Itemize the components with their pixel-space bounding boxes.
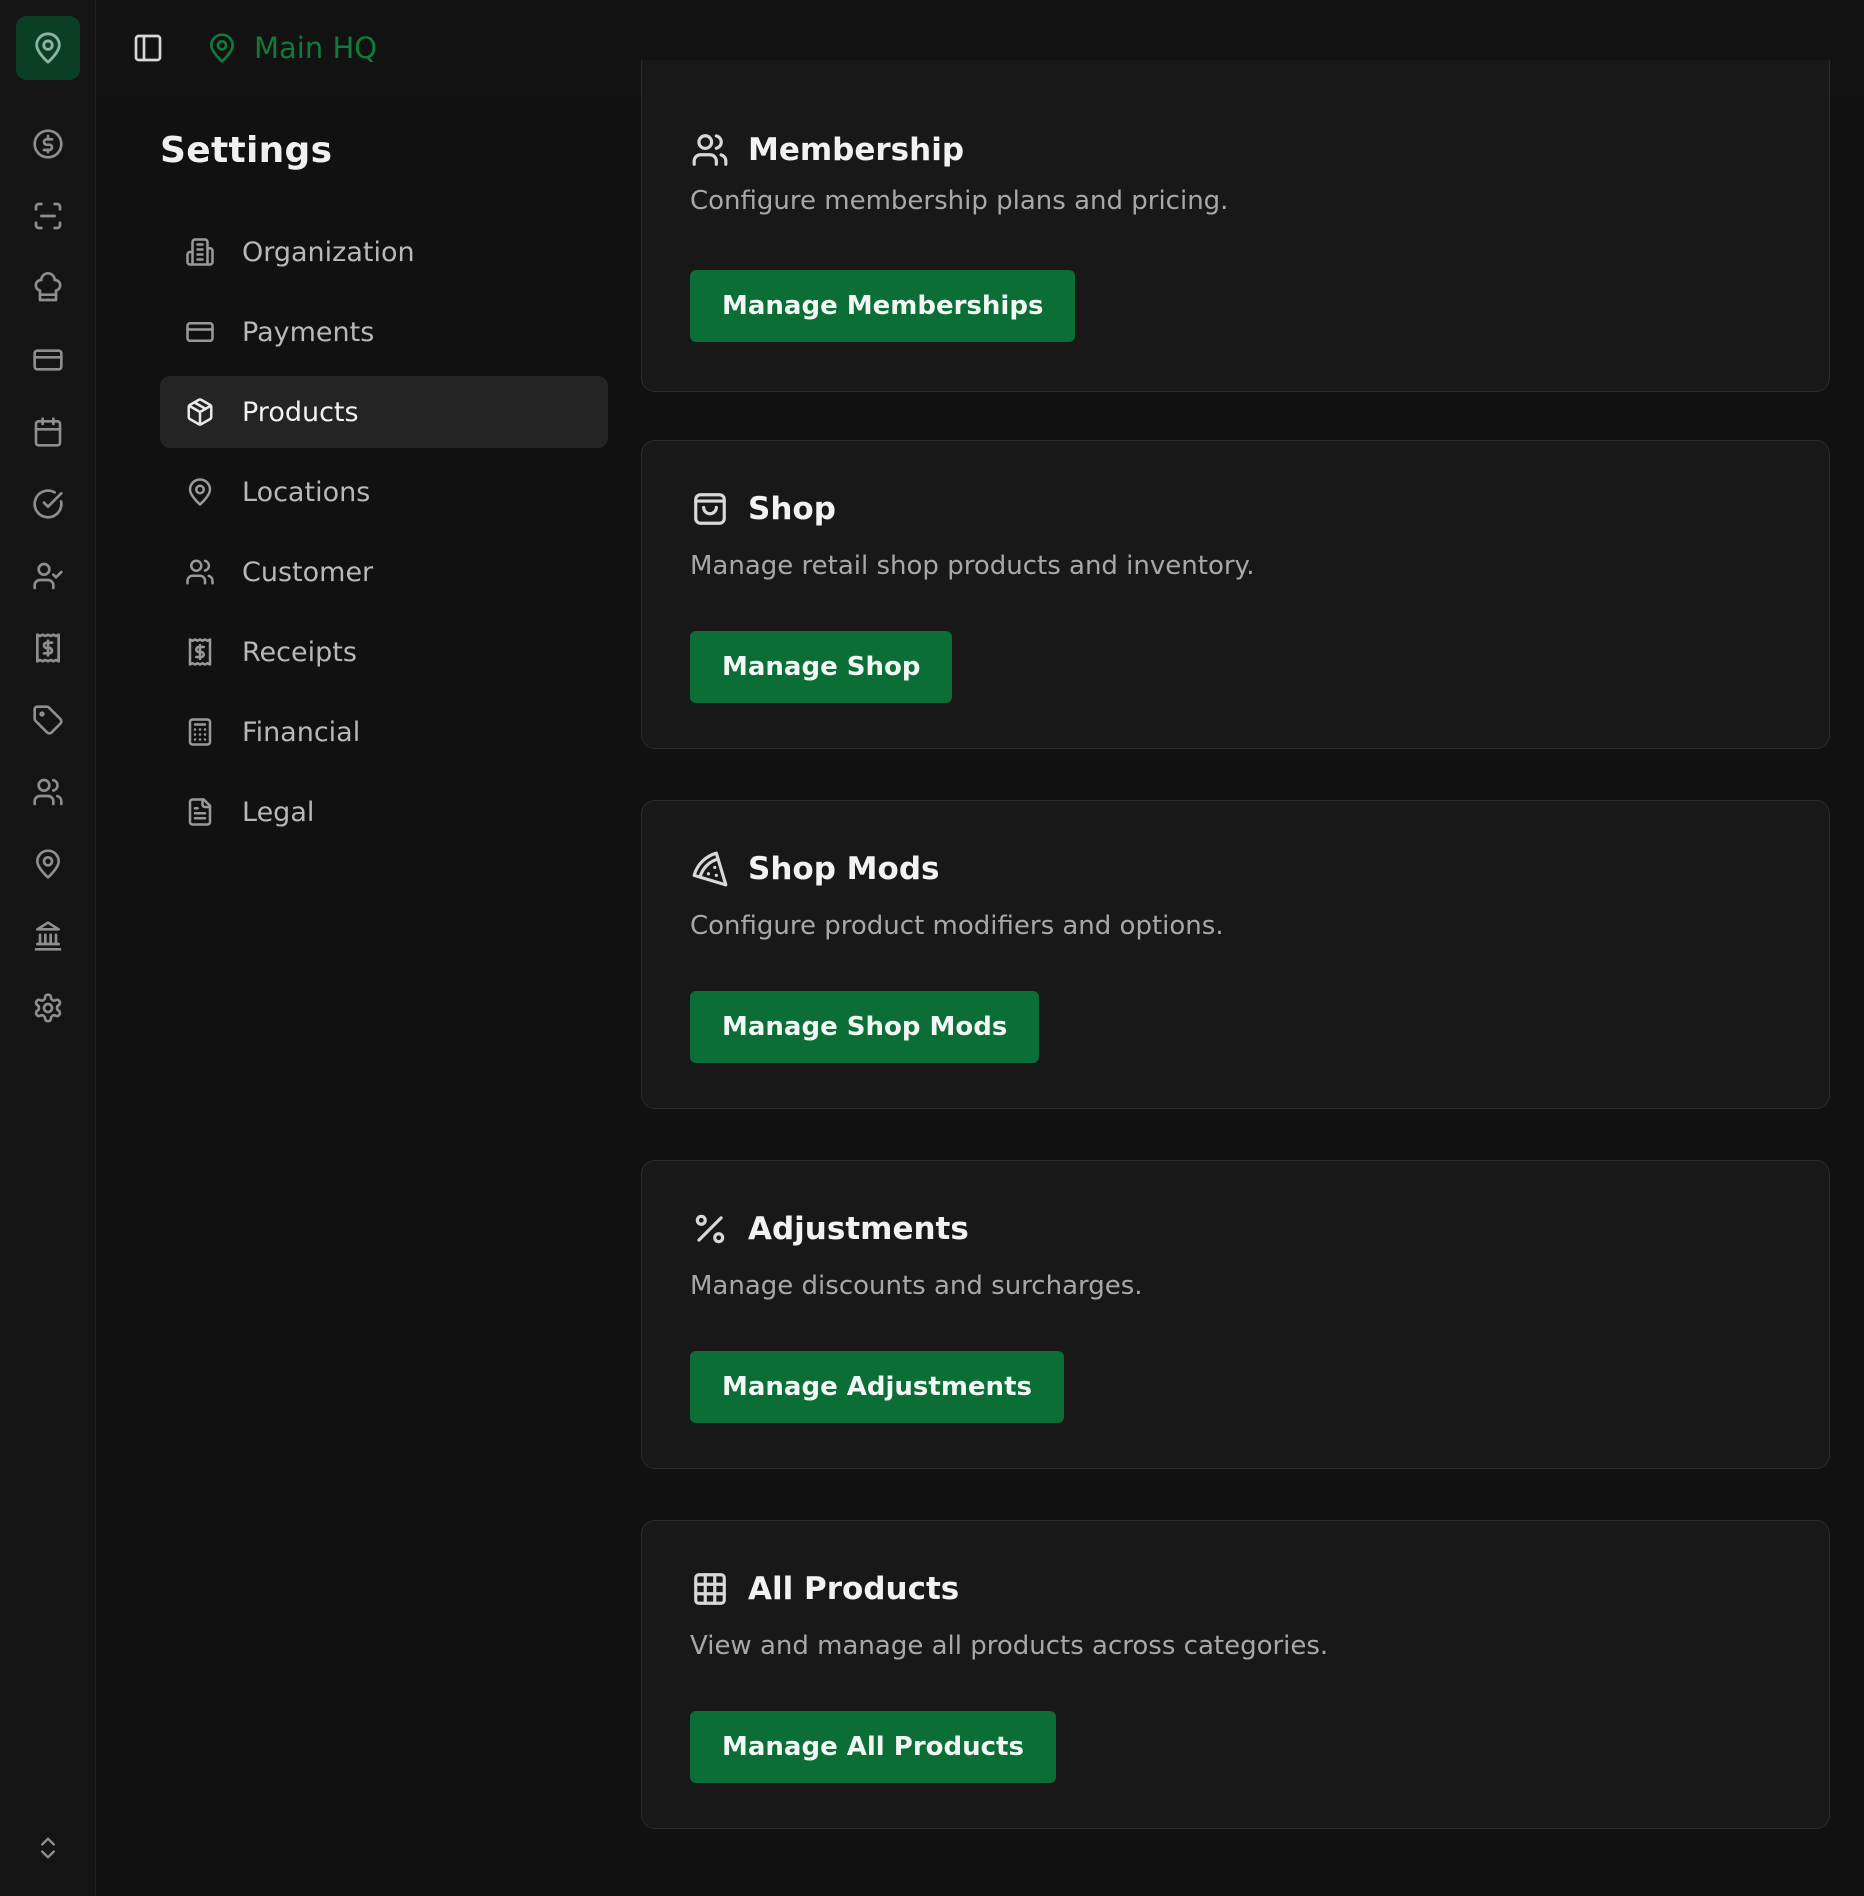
location-pin-icon	[206, 30, 238, 66]
location-logo-button[interactable]	[16, 16, 80, 80]
scan-icon	[34, 202, 62, 230]
card-title: Shop Mods	[748, 851, 940, 887]
rail-customers-button[interactable]	[26, 770, 70, 814]
card-title: All Products	[748, 1571, 960, 1607]
nav-label: Legal	[242, 796, 315, 828]
nav-label: Organization	[242, 236, 415, 268]
map-pin-icon	[182, 474, 218, 510]
check-circle-icon	[33, 489, 63, 519]
card-description: Manage retail shop products and inventor…	[690, 551, 1255, 581]
shopping-bag-icon	[690, 489, 730, 529]
chef-hat-icon	[34, 272, 62, 302]
manage-memberships-button[interactable]: Manage Memberships	[690, 270, 1076, 342]
rail-tags-button[interactable]	[26, 698, 70, 742]
percent-icon	[690, 1209, 730, 1249]
building-icon	[182, 234, 218, 270]
rail-receipts-button[interactable]	[26, 626, 70, 670]
rail-payments-button[interactable]	[26, 338, 70, 382]
manage-all-products-button[interactable]: Manage All Products	[690, 1711, 1056, 1783]
card-description: Configure product modifiers and options.	[690, 911, 1224, 941]
users-icon	[33, 778, 63, 806]
rail-locations-button[interactable]	[26, 842, 70, 886]
user-check-icon	[33, 562, 63, 590]
calculator-icon	[182, 714, 218, 750]
settings-nav-products[interactable]: Products	[160, 376, 608, 448]
rail-tasks-button[interactable]	[26, 482, 70, 526]
map-pin-icon	[35, 32, 61, 64]
rail-staff-button[interactable]	[26, 554, 70, 598]
app-rail	[0, 0, 96, 1896]
pizza-icon	[690, 849, 730, 889]
membership-card: Membership Configure membership plans an…	[641, 60, 1830, 392]
nav-label: Customer	[242, 556, 374, 588]
settings-nav-financial[interactable]: Financial	[160, 696, 608, 768]
card-title: Membership	[748, 132, 965, 168]
settings-nav-locations[interactable]: Locations	[160, 456, 608, 528]
location-selector[interactable]: Main HQ	[254, 26, 377, 70]
nav-label: Products	[242, 396, 359, 428]
rail-kitchen-button[interactable]	[26, 266, 70, 310]
credit-card-icon	[33, 349, 63, 371]
dollar-circle-icon	[33, 129, 63, 159]
manage-shop-mods-button[interactable]: Manage Shop Mods	[690, 991, 1040, 1063]
bank-icon	[34, 921, 62, 951]
adjustments-card: Adjustments Manage discounts and surchar…	[641, 1160, 1830, 1469]
manage-adjustments-button[interactable]: Manage Adjustments	[690, 1351, 1064, 1423]
nav-label: Receipts	[242, 636, 357, 668]
calendar-icon	[34, 417, 62, 447]
settings-nav-organization[interactable]: Organization	[160, 216, 608, 288]
card-description: Configure membership plans and pricing.	[690, 186, 1229, 216]
manage-shop-button[interactable]: Manage Shop	[690, 631, 953, 703]
settings-nav-customer[interactable]: Customer	[160, 536, 608, 608]
gear-icon	[34, 993, 62, 1023]
settings-title: Settings	[160, 130, 333, 171]
rail-calendar-button[interactable]	[26, 410, 70, 454]
users-icon	[690, 130, 730, 170]
rail-scan-button[interactable]	[26, 194, 70, 238]
map-pin-icon	[36, 849, 60, 879]
credit-card-icon	[182, 314, 218, 350]
chevrons-up-down-icon	[41, 1837, 55, 1859]
grid-icon	[690, 1569, 730, 1609]
nav-label: Financial	[242, 716, 361, 748]
nav-label: Payments	[242, 316, 375, 348]
card-description: View and manage all products across cate…	[690, 1631, 1329, 1661]
rail-settings-button[interactable]	[26, 986, 70, 1030]
receipt-icon	[182, 634, 218, 670]
shop-mods-card: Shop Mods Configure product modifiers an…	[641, 800, 1830, 1109]
panel-left-icon	[134, 34, 162, 62]
file-text-icon	[182, 794, 218, 830]
users-icon	[182, 554, 218, 590]
settings-nav-payments[interactable]: Payments	[160, 296, 608, 368]
settings-nav-legal[interactable]: Legal	[160, 776, 608, 848]
settings-nav-receipts[interactable]: Receipts	[160, 616, 608, 688]
box-icon	[182, 394, 218, 430]
rail-sales-button[interactable]	[26, 122, 70, 166]
card-title: Adjustments	[748, 1211, 969, 1247]
card-title: Shop	[748, 491, 836, 527]
sidebar-toggle-button[interactable]	[126, 26, 170, 70]
card-description: Manage discounts and surcharges.	[690, 1271, 1143, 1301]
rail-banking-button[interactable]	[26, 914, 70, 958]
rail-expand-button[interactable]	[26, 1826, 70, 1870]
all-products-card: All Products View and manage all product…	[641, 1520, 1830, 1829]
receipt-icon	[36, 633, 60, 663]
tag-icon	[33, 705, 63, 735]
nav-label: Locations	[242, 476, 371, 508]
shop-card: Shop Manage retail shop products and inv…	[641, 440, 1830, 749]
